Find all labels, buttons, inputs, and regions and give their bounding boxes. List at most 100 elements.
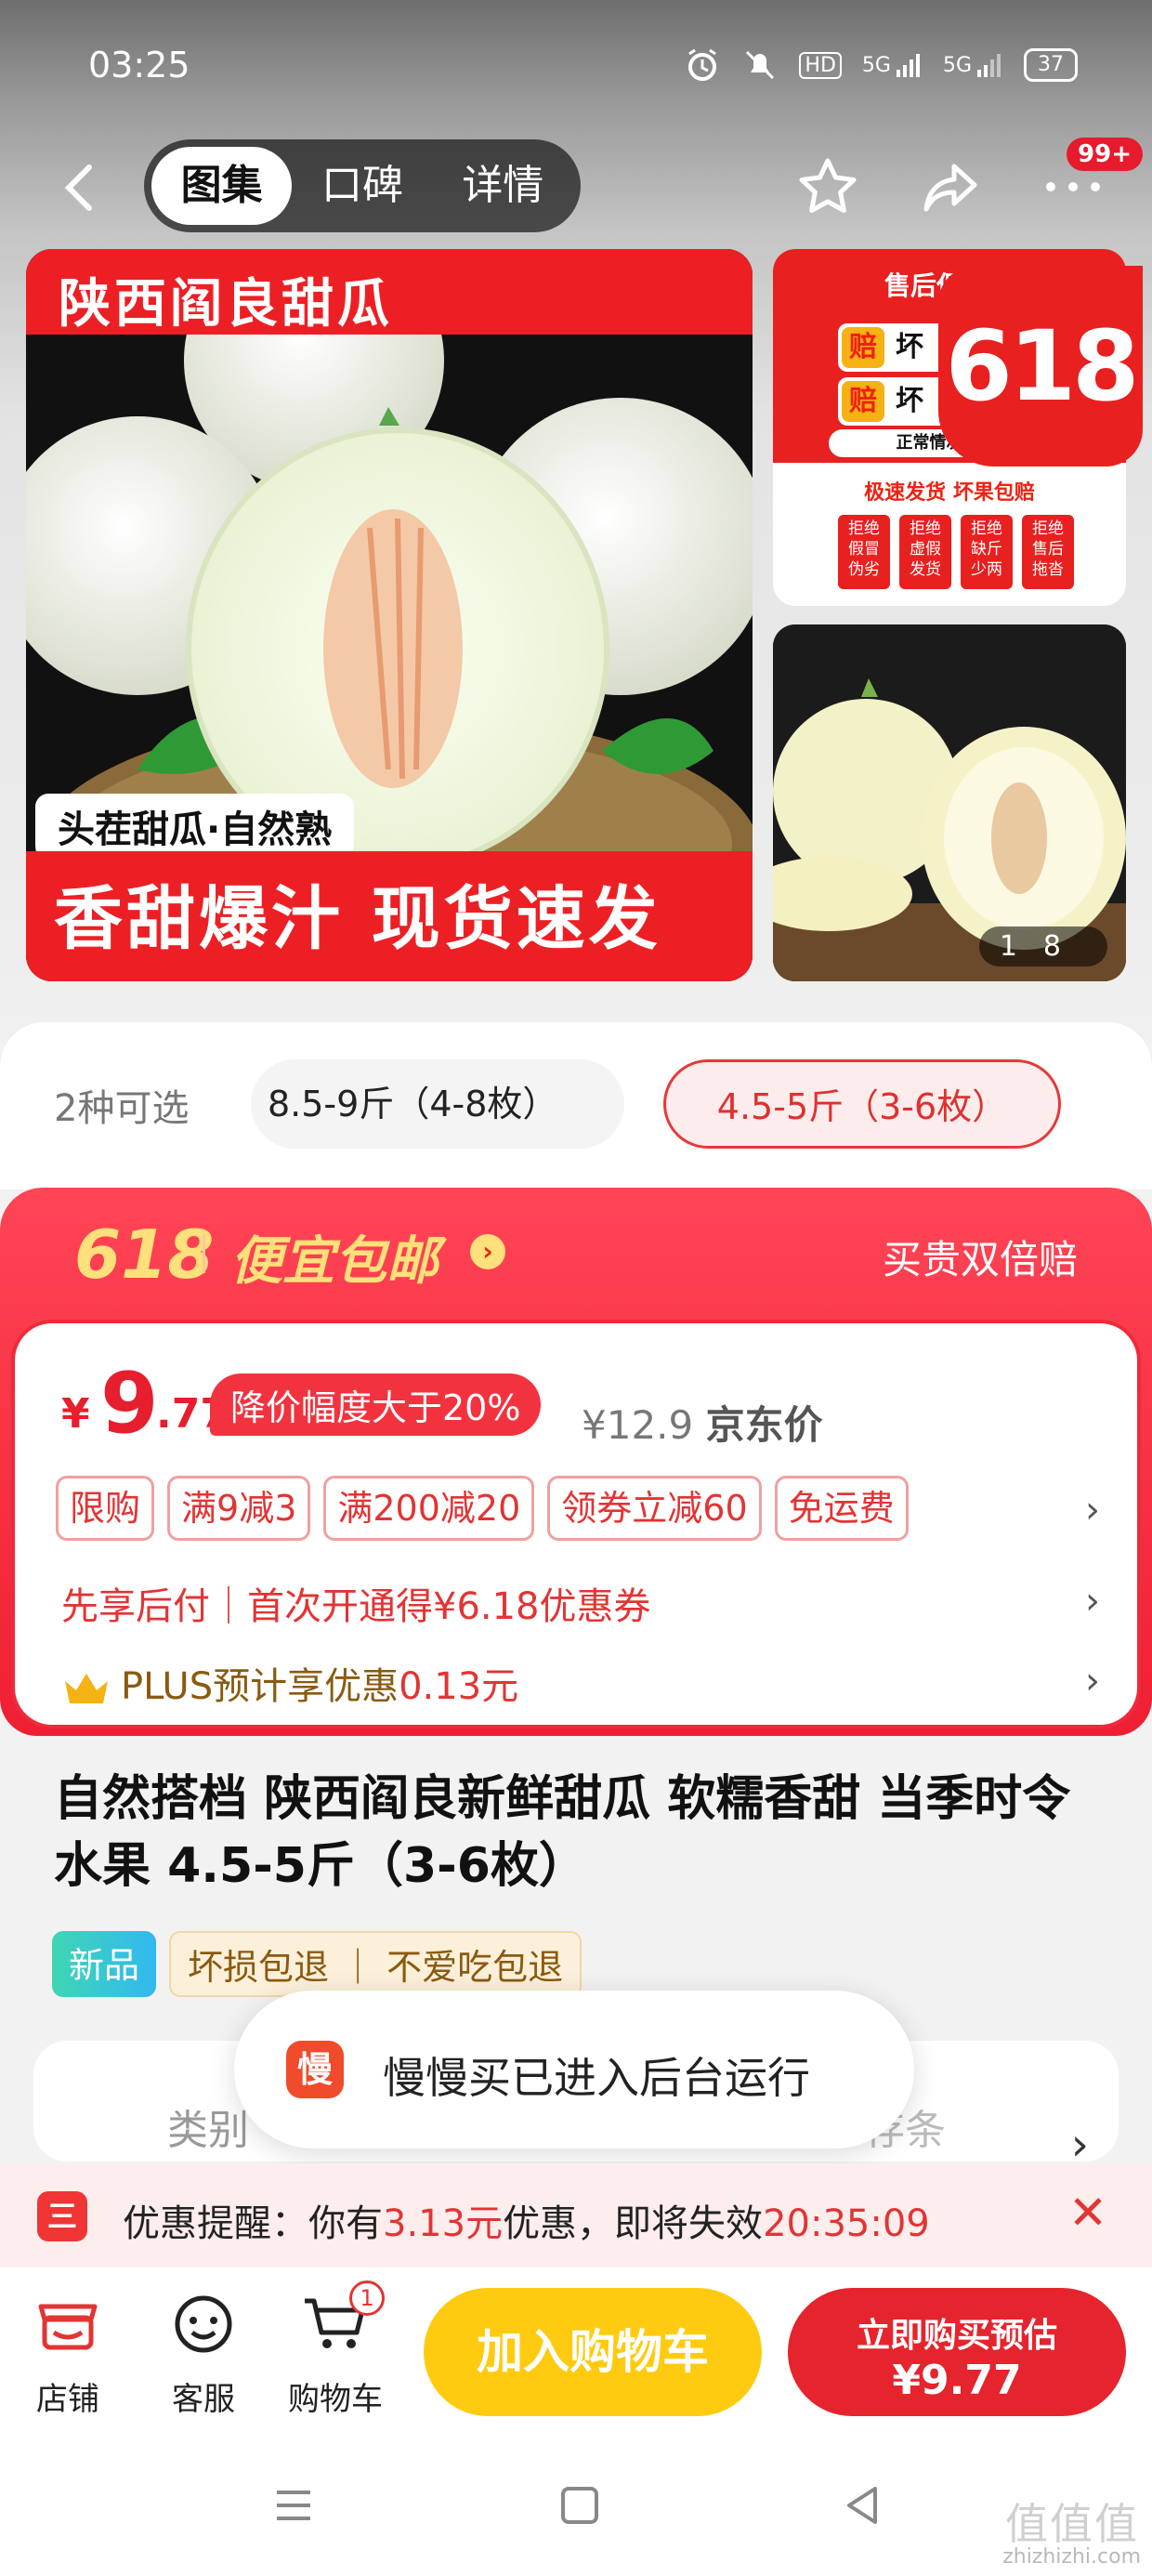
price-currency: ¥ bbox=[61, 1390, 90, 1438]
coupon-chip-limit[interactable]: 限购 bbox=[56, 1476, 155, 1541]
guarantee-chip: 拒绝 虚假 发货 bbox=[899, 515, 951, 589]
watermark-url: zhizhizhi.com bbox=[1002, 2545, 1141, 2569]
message-badge: 99+ bbox=[1067, 138, 1143, 171]
reminder-prefix: 优惠提醒：你有 bbox=[123, 2202, 383, 2245]
product-title: 自然搭档 陕西阎良新鲜甜瓜 软糯香甜 当季时令水果 4.5-5斤（3-6枚） bbox=[54, 1771, 1071, 1894]
discount-reminder[interactable]: 三 优惠提醒：你有3.13元优惠，即将失效20:35:09 ✕ bbox=[0, 2163, 1152, 2267]
coupon-chips[interactable]: 限购 满9减3 满200减20 领券立减60 免运费 bbox=[56, 1476, 909, 1541]
close-icon[interactable]: ✕ bbox=[1068, 2186, 1107, 2240]
cart-button[interactable]: 1 购物车 bbox=[284, 2280, 386, 2419]
jd-price: ¥12.9 京东价 bbox=[582, 1394, 823, 1451]
menu-icon[interactable] bbox=[269, 2481, 318, 2542]
shop-label: 店铺 bbox=[36, 2381, 99, 2418]
reminder-countdown: 20:35:09 bbox=[763, 2202, 930, 2245]
alarm-icon bbox=[684, 46, 721, 84]
reminder-logo-icon: 三 bbox=[37, 2191, 87, 2241]
main-image-title: 陕西阎良甜瓜 bbox=[59, 274, 393, 335]
service-icon bbox=[175, 2295, 232, 2353]
customer-service-button[interactable]: 客服 bbox=[152, 2288, 255, 2419]
chevron-right-icon[interactable]: › bbox=[470, 1234, 505, 1269]
gallery-pager: 18 bbox=[978, 927, 1107, 966]
manmanmai-logo-icon: 慢 bbox=[286, 2041, 344, 2098]
reminder-amount: 3.13元 bbox=[383, 2202, 504, 2245]
plus-offer-text: PLUS预计享优惠 bbox=[121, 1665, 399, 1708]
plus-offer[interactable]: PLUS预计享优惠0.13元 bbox=[61, 1656, 518, 1710]
price-card: ¥ 9 .77 降价幅度大于20% ¥12.9 京东价 限购 满9减3 满200… bbox=[11, 1320, 1141, 1728]
battery-indicator: 37 bbox=[1024, 48, 1078, 82]
price-integer: 9 bbox=[100, 1355, 159, 1452]
promo-618-label: 618 bbox=[74, 1216, 215, 1294]
pei-badge-1: 赔 bbox=[842, 327, 884, 368]
jd-price-value: ¥12.9 bbox=[582, 1402, 694, 1448]
guarantee-chip: 拒绝 缺斤 少两 bbox=[961, 515, 1013, 589]
chevron-right-icon[interactable]: › bbox=[1085, 1489, 1100, 1531]
guarantee-row-2-text: 坏 bbox=[896, 385, 923, 417]
5g-signal-icon-2: 5G bbox=[943, 51, 1003, 79]
reminder-text: 优惠提醒：你有3.13元优惠，即将失效20:35:09 bbox=[123, 2193, 930, 2247]
buy-now-label: 立即购买预估 bbox=[856, 2317, 1057, 2355]
chevron-right-icon[interactable]: › bbox=[1085, 1580, 1100, 1623]
hd-icon: HD bbox=[799, 51, 842, 79]
image-gallery[interactable]: 陕西阎良甜瓜 头茬甜瓜·自然熟 香甜爆汁 现货速发 售后保障说 赔坏 赔坏 正常… bbox=[26, 249, 1143, 981]
home-icon[interactable] bbox=[556, 2481, 604, 2542]
product-tags: 新品 坏损包退 ｜ 不爱吃包退 bbox=[52, 1931, 583, 1997]
main-product-image[interactable]: 陕西阎良甜瓜 头茬甜瓜·自然熟 香甜爆汁 现货速发 bbox=[26, 249, 753, 981]
background-toast: 慢 慢慢买已进入后台运行 bbox=[234, 1991, 914, 2149]
top-nav: 图集 口碑 详情 99+ bbox=[0, 138, 1152, 242]
coupon-chip-9-3[interactable]: 满9减3 bbox=[167, 1476, 311, 1541]
coupon-chip-60[interactable]: 领券立减60 bbox=[547, 1476, 762, 1541]
coupon-chip-200-20[interactable]: 满200减20 bbox=[323, 1476, 535, 1541]
status-icons: HD 5G 5G 37 bbox=[684, 46, 1078, 84]
tab-details[interactable]: 详情 bbox=[433, 147, 573, 225]
double-refund-label[interactable]: 买贵双倍赔 bbox=[883, 1229, 1078, 1285]
back-nav-icon[interactable] bbox=[838, 2481, 886, 2542]
toast-text: 慢慢买已进入后台运行 bbox=[383, 2053, 810, 2103]
option-4-5-5-selected[interactable]: 4.5-5斤（3-6枚） bbox=[663, 1059, 1061, 1149]
main-image-tag: 头茬甜瓜·自然熟 bbox=[35, 794, 355, 859]
option-8-5-9[interactable]: 8.5-9斤（4-8枚） bbox=[251, 1059, 624, 1149]
watermark-logo: 值值值 bbox=[1005, 2499, 1139, 2549]
promo-cheap-label[interactable]: 便宜包邮 bbox=[230, 1219, 439, 1295]
new-product-tag: 新品 bbox=[52, 1931, 157, 1997]
guarantee-row-1-text: 坏 bbox=[896, 331, 923, 363]
chevron-right-icon[interactable]: › bbox=[1085, 1660, 1100, 1702]
shop-button[interactable]: 店铺 bbox=[17, 2288, 119, 2419]
add-to-cart-button[interactable]: 加入购物车 bbox=[424, 2288, 762, 2416]
spec-category-label: 类别 bbox=[167, 2107, 249, 2154]
pay-later-offer[interactable]: 先享后付｜首次开通得¥6.18优惠券 bbox=[61, 1576, 651, 1630]
mute-icon bbox=[741, 46, 779, 84]
pager-current: 1 bbox=[999, 930, 1043, 963]
service-label: 客服 bbox=[172, 2381, 235, 2418]
reminder-middle: 优惠，即将失效 bbox=[503, 2202, 764, 2245]
melon-photo-thumbnail[interactable]: 18 bbox=[773, 624, 1126, 981]
main-image-slogan: 香甜爆汁 现货速发 bbox=[54, 879, 661, 959]
nav-actions bbox=[793, 152, 1107, 221]
pager-total: 8 bbox=[1042, 930, 1087, 963]
status-bar: 03:25 HD 5G 5G 37 bbox=[0, 0, 1152, 139]
tab-switcher: 图集 口碑 详情 bbox=[144, 139, 581, 232]
back-icon[interactable] bbox=[54, 160, 110, 216]
coupon-chip-free-shipping[interactable]: 免运费 bbox=[774, 1476, 909, 1541]
crown-icon bbox=[65, 1674, 108, 1703]
tab-gallery[interactable]: 图集 bbox=[151, 147, 293, 225]
guarantee-chip: 拒绝 假冒 伪劣 bbox=[838, 515, 890, 589]
guarantee-chips: 拒绝 假冒 伪劣 拒绝 虚假 发货 拒绝 缺斤 少两 拒绝 售后 拖沓 bbox=[838, 515, 1074, 589]
guarantee-chip: 拒绝 售后 拖沓 bbox=[1022, 515, 1074, 589]
net1-label: 5G bbox=[861, 53, 891, 77]
star-icon[interactable] bbox=[793, 152, 862, 221]
618-badge: 618 bbox=[938, 266, 1143, 467]
buy-now-price: ¥9.77 bbox=[892, 2357, 1022, 2404]
pei-badge-2: 赔 bbox=[842, 381, 884, 422]
share-icon[interactable] bbox=[916, 152, 985, 221]
cart-count-badge: 1 bbox=[349, 2280, 385, 2316]
promo-divider bbox=[203, 1234, 205, 1273]
tab-reviews[interactable]: 口碑 bbox=[292, 147, 432, 225]
jd-price-label: 京东价 bbox=[705, 1402, 823, 1448]
guarantee-red-line: 极速发货 坏果包赔 bbox=[864, 481, 1035, 505]
buy-now-button[interactable]: 立即购买预估 ¥9.77 bbox=[788, 2288, 1126, 2416]
return-guarantee-tag[interactable]: 坏损包退 ｜ 不爱吃包退 bbox=[169, 1931, 583, 1997]
status-time: 03:25 bbox=[88, 45, 190, 85]
price-drop-tag: 降价幅度大于20% bbox=[210, 1373, 542, 1436]
plus-offer-amount: 0.13元 bbox=[399, 1665, 519, 1708]
options-label: 2种可选 bbox=[54, 1087, 190, 1130]
